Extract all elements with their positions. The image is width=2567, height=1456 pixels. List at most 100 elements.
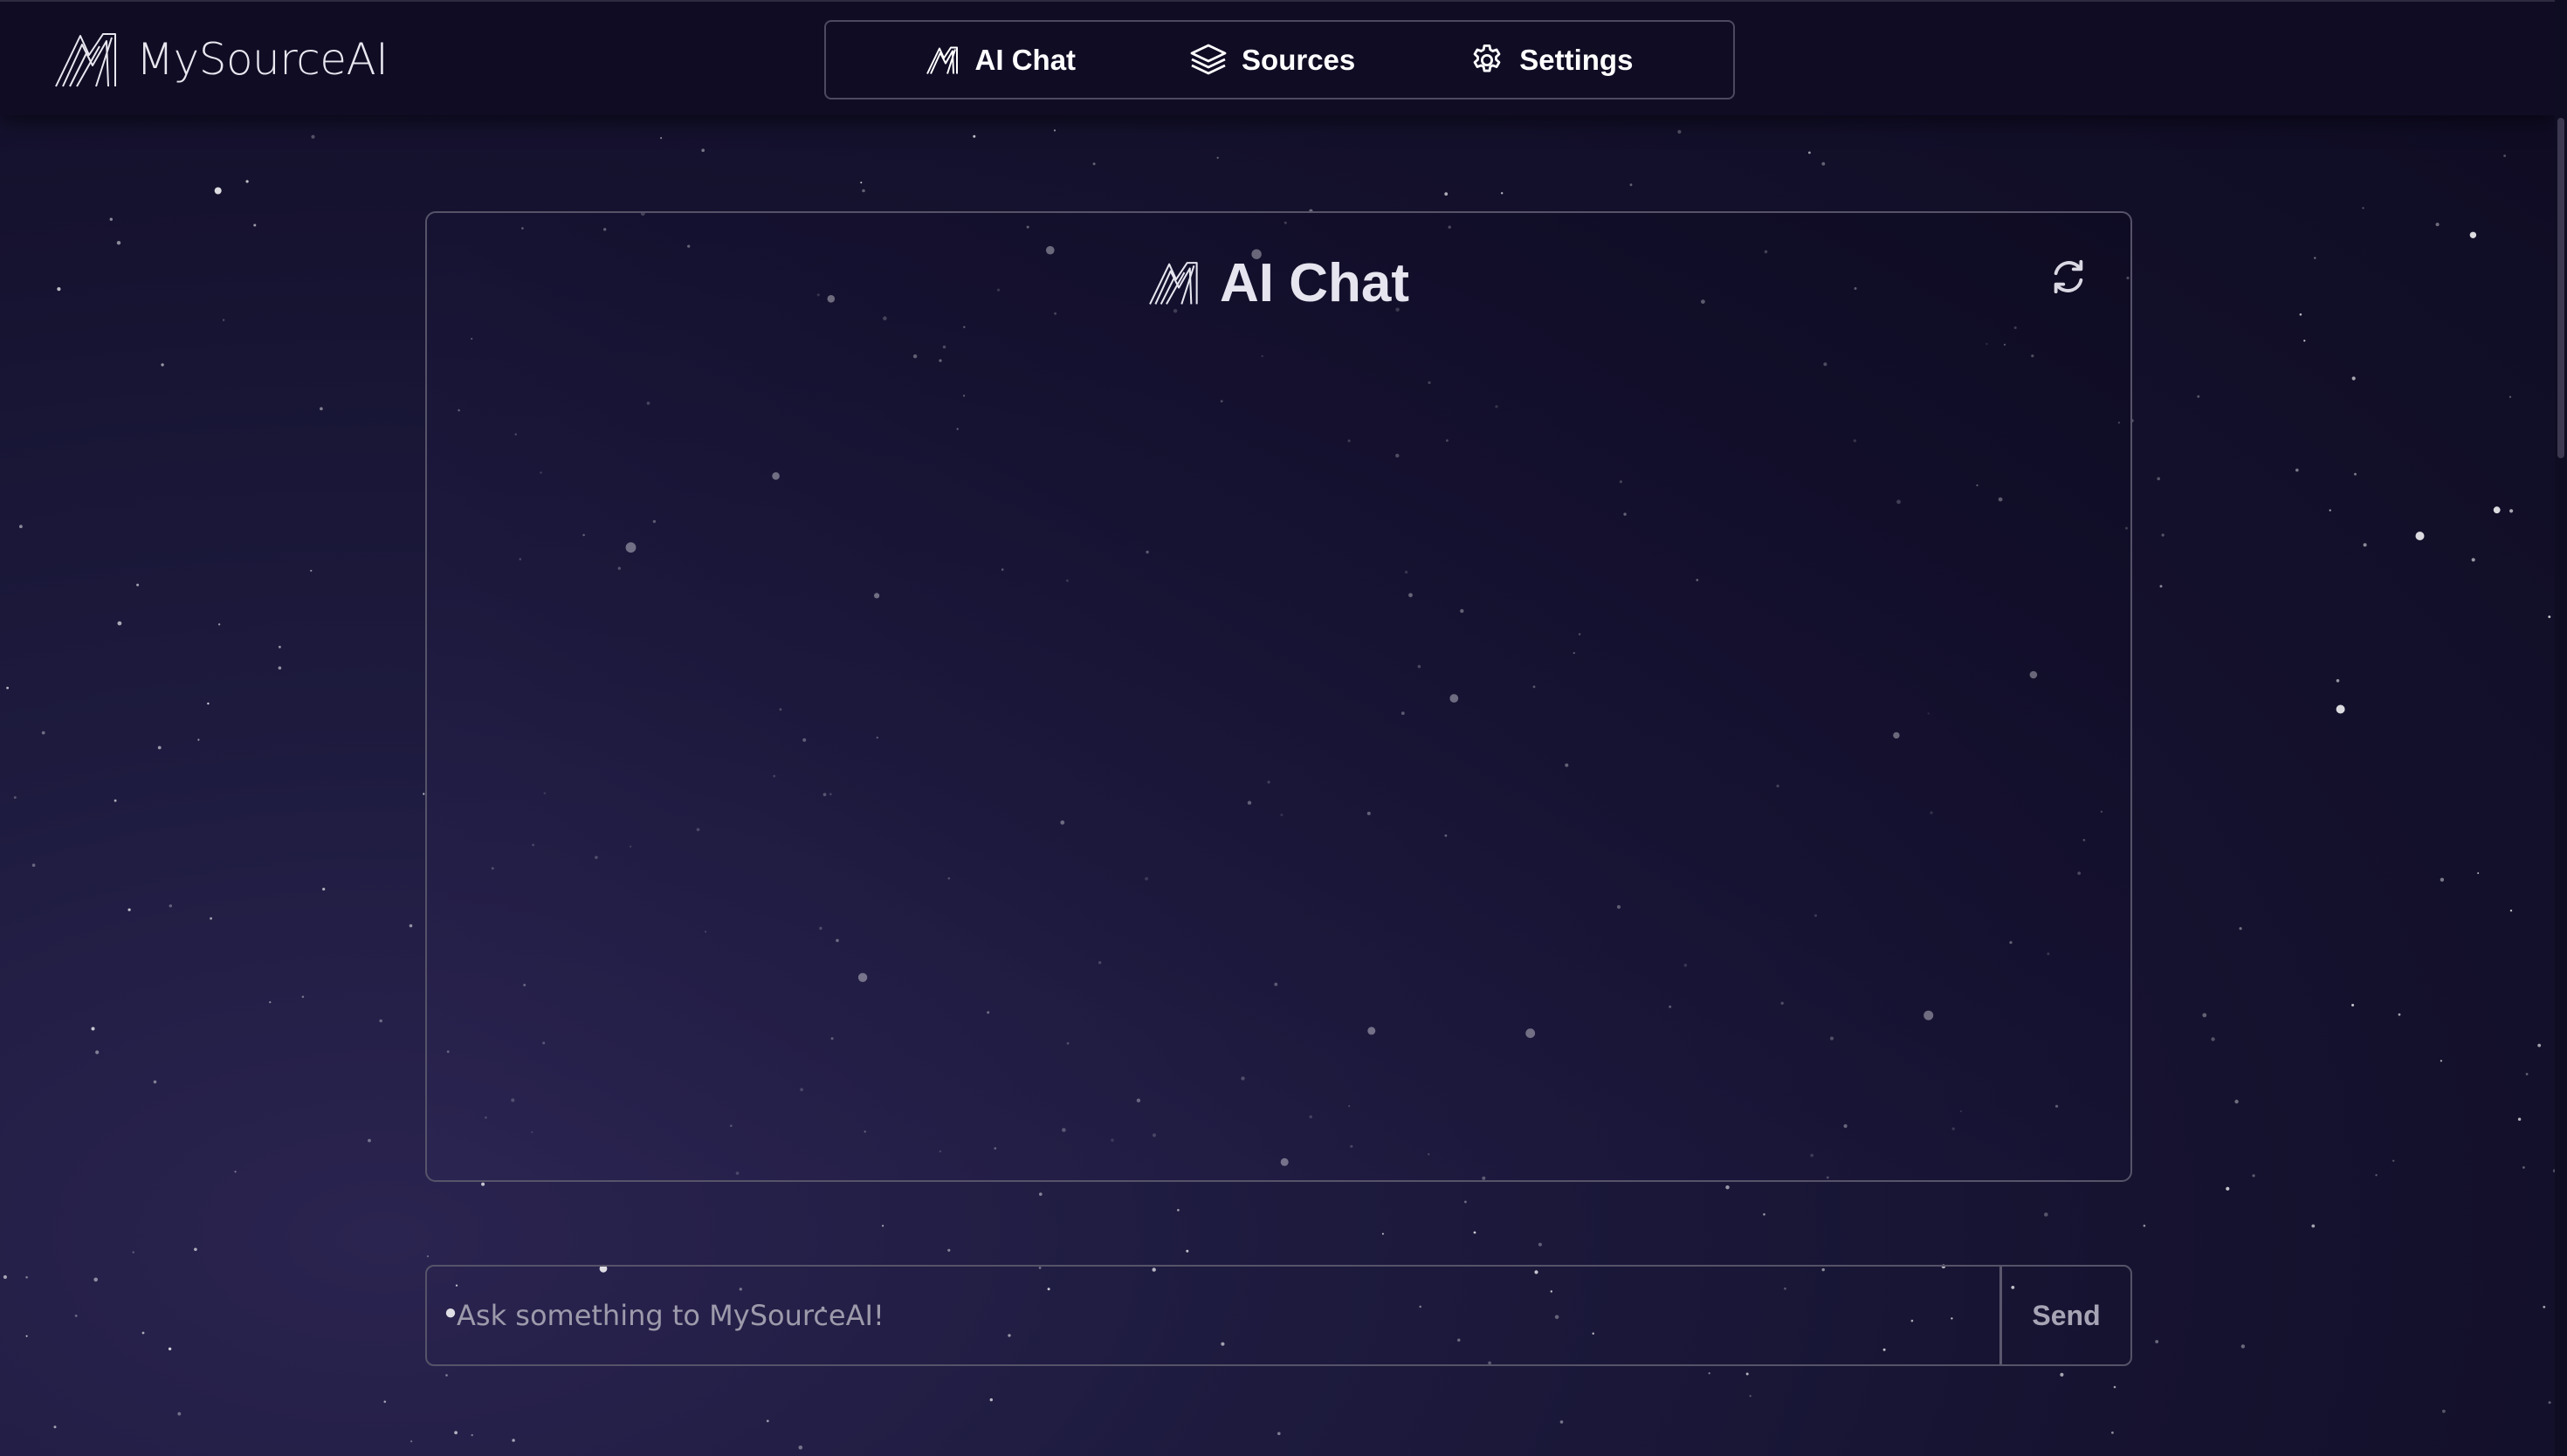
star <box>2525 1073 2529 1075</box>
star <box>798 1446 803 1450</box>
star <box>2469 231 2477 238</box>
star <box>989 1398 994 1402</box>
nav-item-sources[interactable]: Sources <box>1189 43 1355 78</box>
star <box>2509 509 2514 513</box>
star <box>2240 1344 2246 1349</box>
star <box>2509 395 2512 398</box>
star <box>2336 679 2340 683</box>
star <box>95 1050 100 1054</box>
star <box>132 1251 134 1253</box>
star <box>2295 468 2299 472</box>
star <box>862 189 865 193</box>
star <box>1677 129 1682 134</box>
star <box>234 1171 237 1173</box>
star <box>157 745 162 750</box>
brand-logo[interactable]: MySourceAI <box>54 28 389 91</box>
star <box>41 731 45 735</box>
star <box>2161 533 2164 537</box>
chat-input[interactable] <box>427 1267 1999 1364</box>
star <box>2239 927 2242 931</box>
star <box>481 1182 485 1186</box>
star <box>117 621 122 626</box>
star <box>2362 207 2364 209</box>
refresh-chat-button[interactable] <box>2045 253 2092 300</box>
star <box>279 645 281 649</box>
top-navigation-bar: MySourceAI AI Chat Sources Settings <box>0 0 2555 115</box>
star <box>1053 129 1056 132</box>
nav-item-label: AI Chat <box>974 43 1077 76</box>
star <box>2060 1372 2064 1377</box>
star <box>223 319 225 321</box>
nav-item-settings[interactable]: Settings <box>1469 42 1633 79</box>
star <box>278 666 282 670</box>
star <box>2509 910 2513 912</box>
layers-icon <box>1190 44 1227 74</box>
star <box>660 137 663 140</box>
star <box>1745 1372 1749 1376</box>
star <box>2351 1004 2355 1006</box>
star <box>383 1400 387 1404</box>
star <box>2202 1013 2207 1018</box>
nav-item-label: Sources <box>1242 43 1356 76</box>
star <box>2336 704 2345 714</box>
star <box>141 1331 145 1335</box>
star <box>207 702 210 705</box>
star <box>127 908 131 911</box>
nav-item-ai-chat[interactable]: AI Chat <box>926 43 1077 77</box>
star <box>1464 1200 1467 1204</box>
star <box>2299 313 2302 316</box>
star <box>2440 1060 2442 1062</box>
star <box>109 217 113 221</box>
star <box>2440 877 2445 882</box>
star <box>19 525 23 529</box>
star <box>320 407 323 411</box>
star <box>2548 615 2551 618</box>
star <box>368 1138 371 1143</box>
star <box>269 1001 272 1004</box>
star <box>311 134 315 139</box>
star <box>766 1419 769 1423</box>
star <box>2211 1037 2215 1041</box>
star <box>2311 1224 2316 1228</box>
star <box>2392 1159 2395 1163</box>
star <box>426 1255 430 1258</box>
star <box>6 686 9 690</box>
star <box>116 241 121 245</box>
star <box>409 924 413 928</box>
gear-icon <box>1473 44 1501 72</box>
logo-icon <box>1149 262 1198 305</box>
star <box>31 863 36 867</box>
logo-icon <box>926 46 958 74</box>
star <box>1629 183 1633 187</box>
star <box>2415 532 2425 540</box>
star <box>91 1027 95 1031</box>
star <box>1092 162 1096 166</box>
star <box>168 1347 172 1351</box>
star <box>2517 1117 2522 1121</box>
star <box>2363 543 2367 547</box>
star <box>1808 151 1811 155</box>
star <box>2303 340 2306 342</box>
brand-name: MySourceAI <box>136 34 389 85</box>
star <box>2537 1043 2542 1047</box>
star <box>53 1425 57 1429</box>
star <box>197 738 200 741</box>
star <box>1538 1242 1542 1247</box>
scrollbar-thumb[interactable] <box>2557 118 2564 458</box>
star <box>1177 1209 1180 1212</box>
nav-item-label: Settings <box>1519 43 1634 76</box>
send-button[interactable]: Send <box>1999 1267 2130 1364</box>
star <box>169 904 172 908</box>
star <box>2159 585 2163 588</box>
star <box>1444 192 1449 196</box>
page-scrollbar[interactable] <box>2555 0 2567 1456</box>
star <box>217 623 221 626</box>
star <box>2226 1186 2230 1191</box>
star <box>2493 506 2501 514</box>
star <box>214 187 222 195</box>
star <box>512 1439 515 1442</box>
chat-panel-title: AI Chat <box>1220 252 1409 313</box>
star <box>1216 156 1219 159</box>
star <box>2503 155 2507 157</box>
star <box>25 1276 28 1279</box>
